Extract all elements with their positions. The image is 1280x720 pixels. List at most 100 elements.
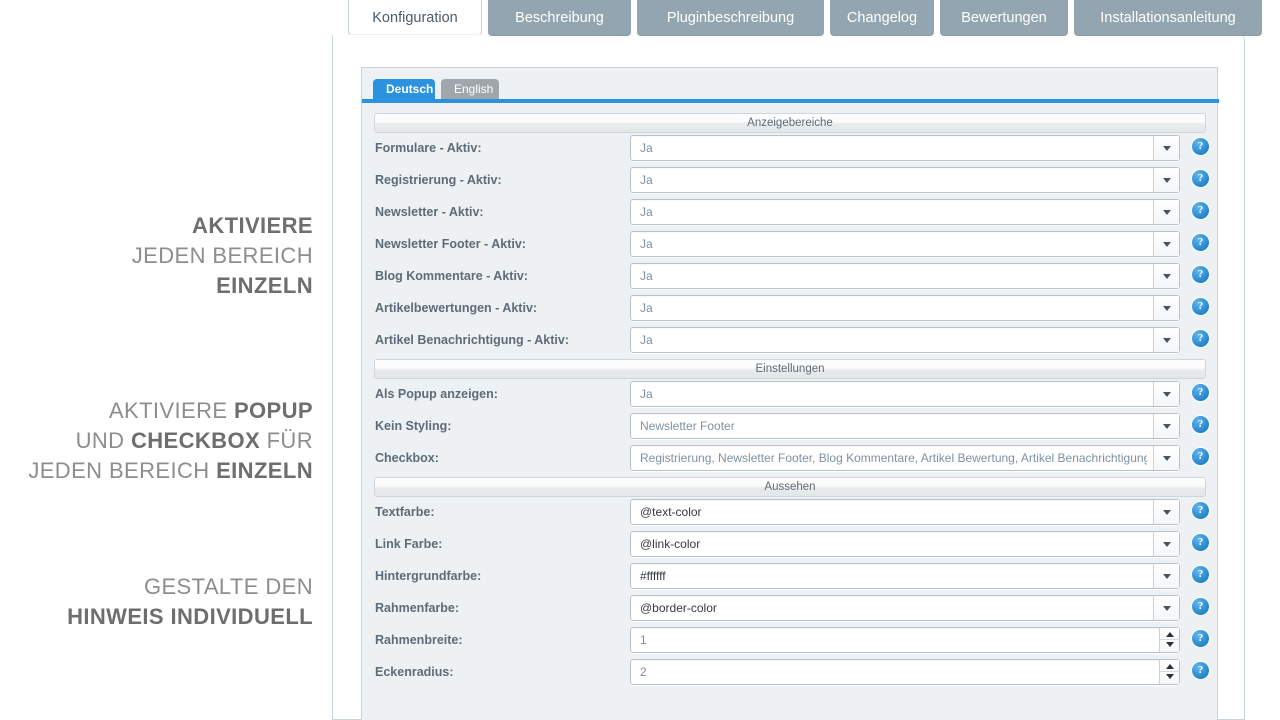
- field-label: Artikel Benachrichtigung - Aktiv:: [375, 333, 570, 347]
- field-label: Hintergrundfarbe:: [375, 569, 482, 583]
- help-icon[interactable]: ?: [1192, 330, 1209, 347]
- spinner-divider: [1160, 639, 1180, 640]
- select-input[interactable]: @text-color: [630, 499, 1180, 525]
- spinner-buttons[interactable]: [1159, 660, 1180, 684]
- help-icon[interactable]: ?: [1192, 202, 1209, 219]
- chevron-down-icon[interactable]: [1153, 596, 1179, 620]
- promo-line: JEDEN BEREICH: [131, 243, 313, 268]
- spinner-up-icon[interactable]: [1166, 632, 1174, 637]
- promo-line: UND CHECKBOX FÜR: [75, 428, 313, 453]
- tab-beschreibung[interactable]: Beschreibung: [488, 0, 631, 36]
- help-icon[interactable]: ?: [1192, 502, 1209, 519]
- form-row: Newsletter Footer - Aktiv: Ja?: [362, 231, 1219, 263]
- help-icon[interactable]: ?: [1192, 138, 1209, 155]
- select-input[interactable]: @link-color: [630, 531, 1180, 557]
- form-row: Eckenradius: 2?: [362, 659, 1219, 691]
- promo-line: EINZELN: [216, 273, 313, 298]
- help-icon[interactable]: ?: [1192, 234, 1209, 251]
- chevron-down-icon[interactable]: [1153, 414, 1179, 438]
- field-value: Ja: [640, 301, 653, 315]
- field-label: Checkbox:: [375, 451, 439, 465]
- field-value: Newsletter Footer: [640, 419, 735, 433]
- chevron-down-icon[interactable]: [1153, 232, 1179, 256]
- field-label: Registrierung - Aktiv:: [375, 173, 502, 187]
- select-input[interactable]: Registrierung, Newsletter Footer, Blog K…: [630, 445, 1180, 471]
- number-input[interactable]: 1: [630, 627, 1180, 653]
- select-input[interactable]: Ja: [630, 231, 1180, 257]
- help-icon[interactable]: ?: [1192, 170, 1209, 187]
- select-input[interactable]: Ja: [630, 199, 1180, 225]
- language-tab-deutsch[interactable]: Deutsch: [373, 79, 435, 99]
- help-icon[interactable]: ?: [1192, 448, 1209, 465]
- form-row: Blog Kommentare - Aktiv: Ja?: [362, 263, 1219, 295]
- tab-changelog[interactable]: Changelog: [830, 0, 934, 36]
- section-header-einstellungen: Einstellungen: [374, 359, 1206, 379]
- section-header-anzeigebereiche: Anzeigebereiche: [374, 113, 1206, 133]
- form-row: Als Popup anzeigen: Ja?: [362, 381, 1219, 413]
- field-label: Artikelbewertungen - Aktiv:: [375, 301, 538, 315]
- help-icon[interactable]: ?: [1192, 416, 1209, 433]
- number-input[interactable]: 2: [630, 659, 1180, 685]
- field-value: @link-color: [640, 537, 701, 551]
- select-input[interactable]: Ja: [630, 263, 1180, 289]
- select-input[interactable]: Ja: [630, 327, 1180, 353]
- chevron-down-icon[interactable]: [1153, 264, 1179, 288]
- help-icon[interactable]: ?: [1192, 630, 1209, 647]
- help-icon[interactable]: ?: [1192, 662, 1209, 679]
- help-icon[interactable]: ?: [1192, 384, 1209, 401]
- help-icon[interactable]: ?: [1192, 266, 1209, 283]
- help-icon[interactable]: ?: [1192, 534, 1209, 551]
- spinner-divider: [1160, 671, 1180, 672]
- chevron-down-icon[interactable]: [1153, 200, 1179, 224]
- promo-block-popup-checkbox: AKTIVIERE POPUP UND CHECKBOX FÜR JEDEN B…: [28, 396, 313, 486]
- tab-installationsanleitung[interactable]: Installationsanleitung: [1074, 0, 1262, 36]
- field-label: Link Farbe:: [375, 537, 443, 551]
- field-value: Registrierung, Newsletter Footer, Blog K…: [640, 451, 1147, 465]
- field-value: Ja: [640, 237, 653, 251]
- help-icon[interactable]: ?: [1192, 298, 1209, 315]
- field-label: Blog Kommentare - Aktiv:: [375, 269, 529, 283]
- promo-line: AKTIVIERE: [192, 213, 313, 238]
- select-input[interactable]: #ffffff: [630, 563, 1180, 589]
- select-input[interactable]: Ja: [630, 381, 1180, 407]
- select-input[interactable]: Newsletter Footer: [630, 413, 1180, 439]
- select-input[interactable]: @border-color: [630, 595, 1180, 621]
- field-value: Ja: [640, 269, 653, 283]
- field-label: Eckenradius:: [375, 665, 454, 679]
- select-input[interactable]: Ja: [630, 135, 1180, 161]
- chevron-down-icon[interactable]: [1153, 328, 1179, 352]
- field-label: Formulare - Aktiv:: [375, 141, 482, 155]
- promo-line: AKTIVIERE POPUP: [108, 398, 313, 423]
- field-value: @border-color: [640, 601, 717, 615]
- chevron-down-icon[interactable]: [1153, 136, 1179, 160]
- field-label: Als Popup anzeigen:: [375, 387, 498, 401]
- help-icon[interactable]: ?: [1192, 566, 1209, 583]
- configuration-form-panel: Deutsch English Anzeigebereiche Formulare …: [361, 67, 1219, 720]
- promo-block-aktiviere: AKTIVIERE JEDEN BEREICH EINZELN: [132, 211, 313, 301]
- spinner-down-icon[interactable]: [1166, 674, 1174, 679]
- language-tab-english[interactable]: English: [441, 79, 499, 99]
- select-input[interactable]: Ja: [630, 295, 1180, 321]
- spinner-down-icon[interactable]: [1166, 642, 1174, 647]
- tab-pluginbeschreibung[interactable]: Pluginbeschreibung: [637, 0, 824, 36]
- tab-konfiguration[interactable]: Konfiguration: [348, 0, 482, 36]
- chevron-down-icon[interactable]: [1153, 296, 1179, 320]
- spinner-buttons[interactable]: [1159, 628, 1180, 652]
- field-label: Newsletter - Aktiv:: [375, 205, 484, 219]
- tab-bewertungen[interactable]: Bewertungen: [940, 0, 1068, 36]
- select-input[interactable]: Ja: [630, 167, 1180, 193]
- help-icon[interactable]: ?: [1192, 598, 1209, 615]
- form-row: Newsletter - Aktiv: Ja?: [362, 199, 1219, 231]
- spinner-up-icon[interactable]: [1166, 664, 1174, 669]
- form-row: Hintergrundfarbe: #ffffff?: [362, 563, 1219, 595]
- field-value: @text-color: [640, 505, 702, 519]
- field-label: Newsletter Footer - Aktiv:: [375, 237, 526, 251]
- field-label: Rahmenbreite:: [375, 633, 463, 647]
- field-value: Ja: [640, 173, 653, 187]
- chevron-down-icon[interactable]: [1153, 564, 1179, 588]
- chevron-down-icon[interactable]: [1153, 168, 1179, 192]
- chevron-down-icon[interactable]: [1153, 382, 1179, 406]
- chevron-down-icon[interactable]: [1153, 500, 1179, 524]
- chevron-down-icon[interactable]: [1153, 446, 1179, 470]
- chevron-down-icon[interactable]: [1153, 532, 1179, 556]
